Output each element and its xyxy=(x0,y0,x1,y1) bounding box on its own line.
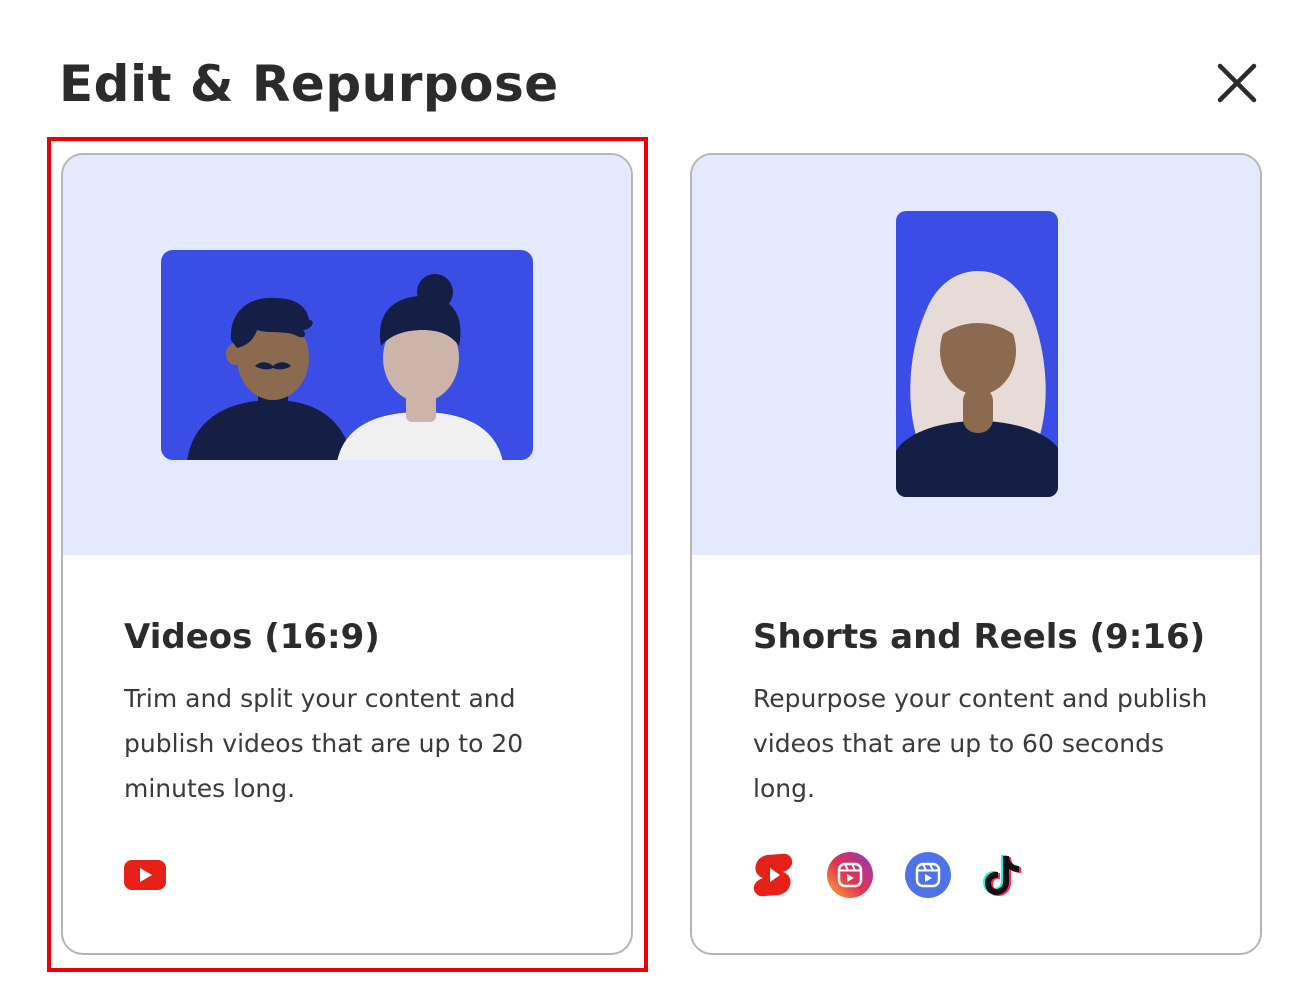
videos-platforms xyxy=(124,852,166,898)
tiktok-icon xyxy=(983,855,1021,896)
shorts-platforms xyxy=(753,852,1023,898)
edit-repurpose-modal: Edit & Repurpose Videos (16:9) Trim and … xyxy=(0,0,1311,996)
shorts-card-title: Shorts and Reels (9:16) xyxy=(753,617,1206,657)
two-people-landscape-illustration xyxy=(161,250,533,460)
videos-illustration xyxy=(63,155,631,555)
videos-card-body: Videos (16:9) Trim and split your conten… xyxy=(124,617,591,811)
youtube-shorts-icon xyxy=(753,853,793,897)
videos-card-description: Trim and split your content and publish … xyxy=(124,684,524,803)
close-icon xyxy=(1217,63,1257,103)
shorts-card-body: Shorts and Reels (9:16) Repurpose your c… xyxy=(753,617,1220,811)
videos-card[interactable]: Videos (16:9) Trim and split your conten… xyxy=(61,153,633,955)
shorts-illustration xyxy=(692,155,1260,555)
instagram-reels-icon xyxy=(827,852,873,898)
shorts-reels-card[interactable]: Shorts and Reels (9:16) Repurpose your c… xyxy=(690,153,1262,955)
shorts-card-description: Repurpose your content and publish video… xyxy=(753,684,1208,803)
close-button[interactable] xyxy=(1212,58,1262,108)
facebook-reels-icon xyxy=(905,852,951,898)
modal-title: Edit & Repurpose xyxy=(59,55,559,113)
youtube-icon xyxy=(124,860,166,890)
videos-card-title: Videos (16:9) xyxy=(124,617,380,657)
person-portrait-illustration xyxy=(896,211,1058,497)
